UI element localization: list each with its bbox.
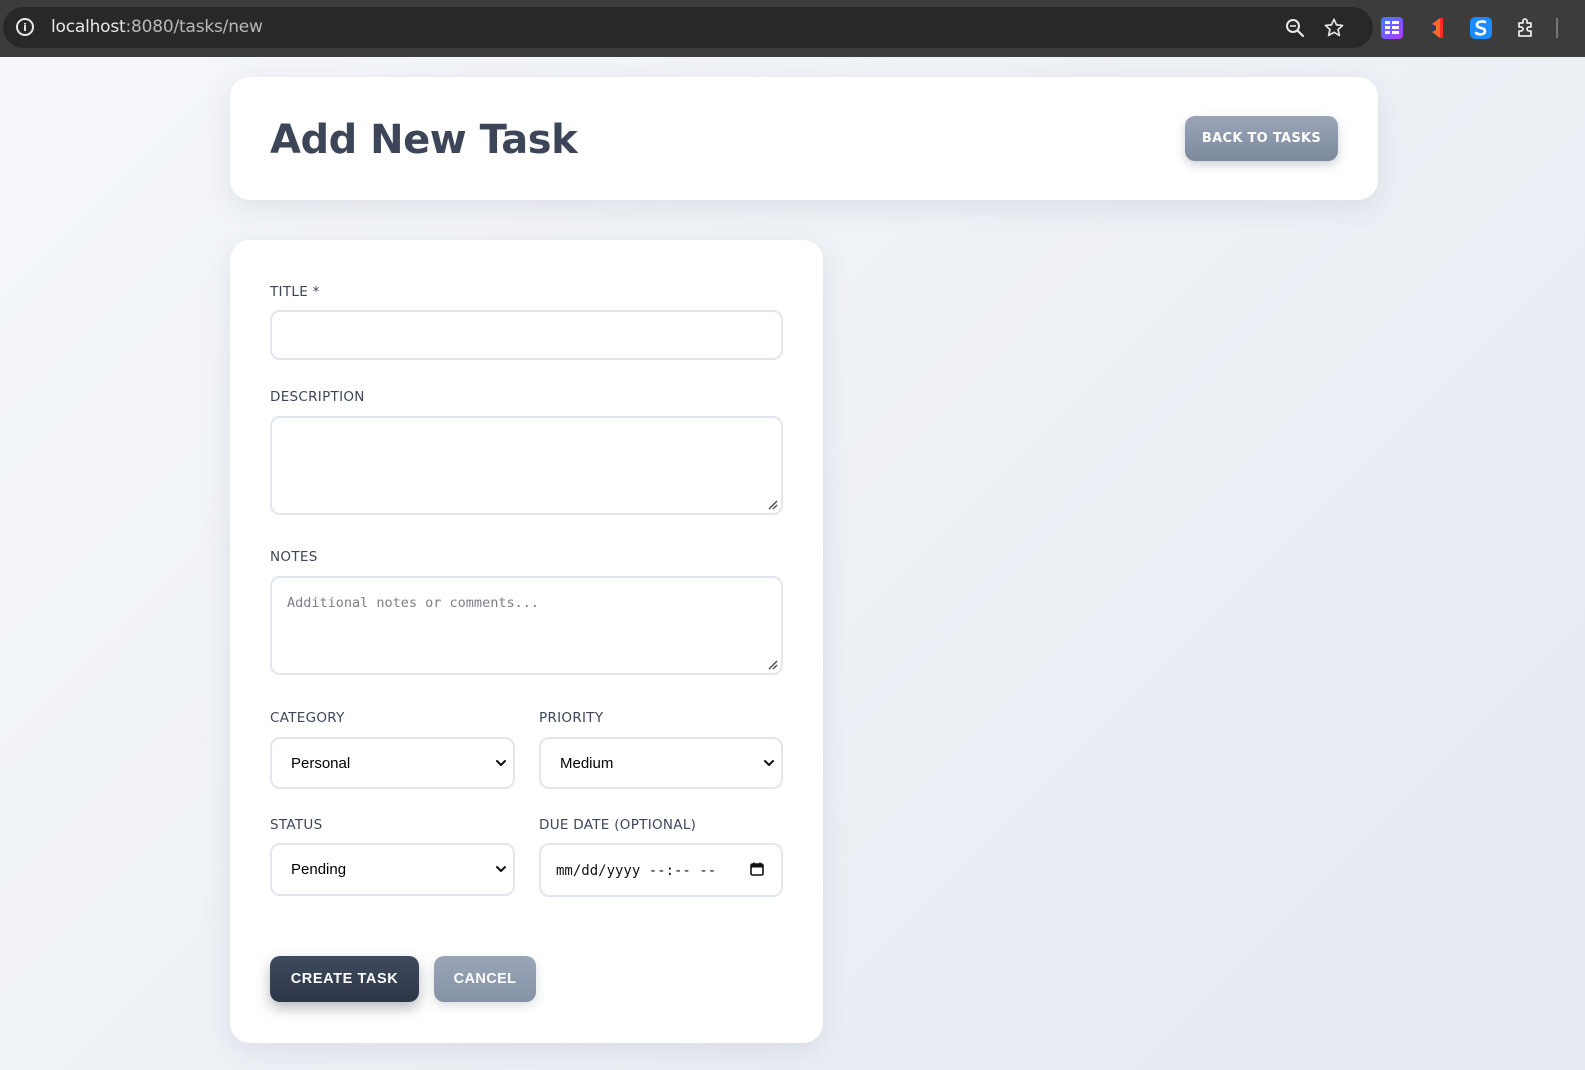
status-label: STATUS xyxy=(270,817,323,833)
resize-grip-icon[interactable] xyxy=(768,500,778,510)
due-date-value: mm/dd/yyyy --:-- -- xyxy=(556,863,717,879)
calendar-icon[interactable] xyxy=(750,862,764,876)
browser-toolbar: i localhost:8080/tasks/new xyxy=(0,0,1585,57)
toolbar-divider xyxy=(1556,18,1558,38)
notes-textarea[interactable]: Additional notes or comments... xyxy=(270,576,783,675)
due-date-label: DUE DATE (OPTIONAL) xyxy=(539,817,697,833)
resize-grip-icon[interactable] xyxy=(768,660,778,670)
url-path: :8080/tasks/new xyxy=(125,17,263,37)
chevron-down-icon xyxy=(496,760,506,766)
zoom-icon[interactable] xyxy=(1285,18,1305,38)
create-task-button[interactable]: CREATE TASK xyxy=(270,956,419,1002)
url-host: localhost xyxy=(51,17,126,37)
grid-extension-icon[interactable] xyxy=(1380,16,1404,40)
back-to-tasks-button[interactable]: BACK TO TASKS xyxy=(1185,116,1338,161)
page-header-card: Add New Task BACK TO TASKS xyxy=(230,77,1378,200)
notes-placeholder: Additional notes or comments... xyxy=(287,595,539,611)
chevron-down-icon xyxy=(764,760,774,766)
priority-value: Medium xyxy=(560,755,614,772)
title-label: TITLE * xyxy=(270,284,320,300)
due-date-input[interactable]: mm/dd/yyyy --:-- -- xyxy=(539,843,783,897)
flag-extension-icon[interactable] xyxy=(1426,16,1450,40)
task-form: TITLE * DESCRIPTION NOTES Additional not… xyxy=(230,240,823,1043)
url-text[interactable]: localhost:8080/tasks/new xyxy=(51,17,263,37)
puzzle-extensions-icon[interactable] xyxy=(1514,16,1538,40)
bookmark-star-icon[interactable] xyxy=(1323,17,1345,39)
s-extension-icon[interactable] xyxy=(1469,16,1493,40)
category-value: Personal xyxy=(291,755,351,772)
page-title: Add New Task xyxy=(270,117,578,163)
category-select[interactable]: Personal xyxy=(270,737,515,789)
description-textarea[interactable] xyxy=(270,416,783,515)
status-value: Pending xyxy=(291,861,347,878)
chevron-down-icon xyxy=(496,866,506,872)
priority-select[interactable]: Medium xyxy=(539,737,783,789)
site-info-icon[interactable]: i xyxy=(16,18,34,36)
description-label: DESCRIPTION xyxy=(270,389,365,405)
status-select[interactable]: Pending xyxy=(270,843,515,896)
category-label: CATEGORY xyxy=(270,710,345,726)
cancel-button[interactable]: CANCEL xyxy=(434,956,536,1002)
notes-label: NOTES xyxy=(270,549,318,565)
address-bar[interactable]: i localhost:8080/tasks/new xyxy=(3,7,1373,48)
priority-label: PRIORITY xyxy=(539,710,604,726)
title-input[interactable] xyxy=(270,310,783,360)
